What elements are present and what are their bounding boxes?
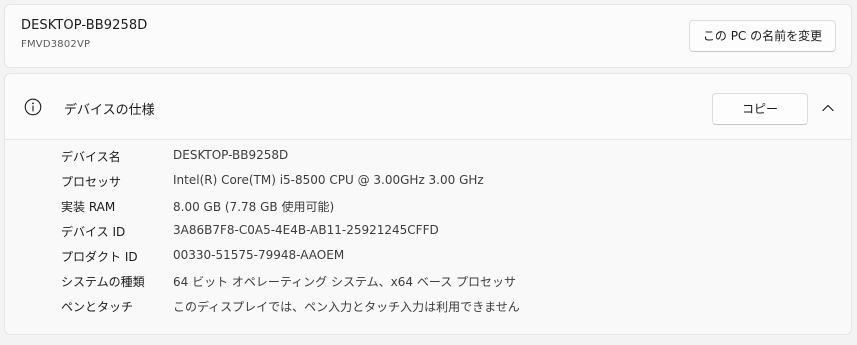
spec-row-pen-touch: ペンとタッチ このディスプレイでは、ペン入力とタッチ入力は利用できません	[5, 294, 851, 319]
device-specifications-list: デバイス名 DESKTOP-BB9258D プロセッサ Intel(R) Cor…	[5, 140, 851, 334]
spec-label: デバイス名	[61, 150, 121, 164]
spec-value: このディスプレイでは、ペン入力とタッチ入力は利用できません	[173, 300, 520, 314]
spec-row-device-name: デバイス名 DESKTOP-BB9258D	[5, 144, 851, 169]
spec-value: 3A86B7F8-C0A5-4E4B-AB11-25921245CFFD	[173, 223, 439, 237]
copy-button[interactable]: コピー	[712, 93, 808, 125]
device-specifications-title: デバイスの仕様	[64, 103, 155, 118]
spec-value: Intel(R) Core(TM) i5-8500 CPU @ 3.00GHz …	[173, 173, 484, 187]
chevron-up-icon[interactable]	[820, 100, 836, 116]
spec-row-device-id: デバイス ID 3A86B7F8-C0A5-4E4B-AB11-25921245…	[5, 219, 851, 244]
spec-label: 実装 RAM	[61, 200, 116, 214]
about-page: DESKTOP-BB9258D FMVD3802VP この PC の名前を変更 …	[0, 0, 857, 345]
spec-row-system-type: システムの種類 64 ビット オペレーティング システム、x64 ベース プロセ…	[5, 269, 851, 294]
spec-row-product-id: プロダクト ID 00330-51575-79948-AAOEM	[5, 244, 851, 269]
spec-value: 00330-51575-79948-AAOEM	[173, 248, 345, 262]
device-specifications-card: デバイスの仕様 コピー デバイス名 DESKTOP-BB9258D プロセッサ …	[4, 73, 852, 335]
device-name: DESKTOP-BB9258D	[21, 18, 148, 33]
rename-pc-button[interactable]: この PC の名前を変更	[689, 20, 836, 52]
device-card: DESKTOP-BB9258D FMVD3802VP この PC の名前を変更	[4, 4, 852, 68]
device-specifications-header[interactable]: デバイスの仕様 コピー	[5, 74, 851, 140]
spec-row-processor: プロセッサ Intel(R) Core(TM) i5-8500 CPU @ 3.…	[5, 169, 851, 194]
spec-label: プロダクト ID	[61, 250, 138, 264]
spec-label: デバイス ID	[61, 225, 126, 239]
spec-value: DESKTOP-BB9258D	[173, 148, 289, 162]
spec-label: プロセッサ	[61, 175, 122, 189]
spec-value: 8.00 GB (7.78 GB 使用可能)	[173, 200, 335, 214]
device-model: FMVD3802VP	[21, 39, 91, 50]
spec-label: システムの種類	[61, 275, 145, 289]
spec-label: ペンとタッチ	[61, 300, 134, 314]
info-icon	[24, 98, 42, 116]
spec-row-ram: 実装 RAM 8.00 GB (7.78 GB 使用可能)	[5, 194, 851, 219]
spec-value: 64 ビット オペレーティング システム、x64 ベース プロセッサ	[173, 275, 517, 289]
